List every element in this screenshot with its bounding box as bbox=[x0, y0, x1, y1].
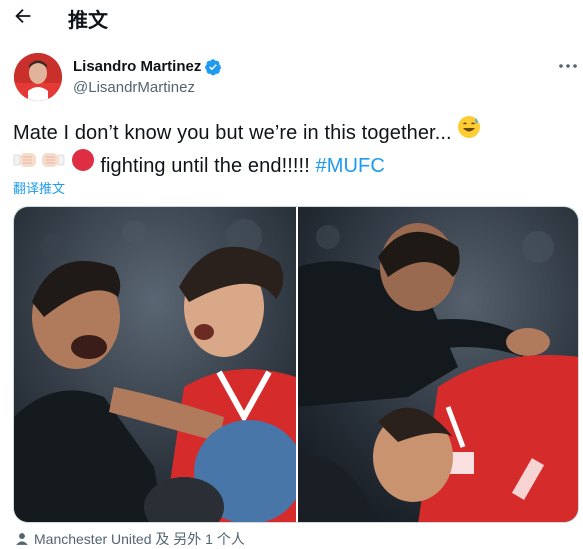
tagged-users[interactable]: Manchester United 及 另外 1 个人 bbox=[15, 529, 245, 549]
sweat-smile-emoji-icon bbox=[457, 115, 481, 148]
more-options-icon[interactable] bbox=[557, 58, 579, 74]
tweet-line-2-text: fighting until the end!!!!! bbox=[100, 154, 310, 177]
verified-badge-icon bbox=[204, 58, 222, 76]
person-icon bbox=[16, 533, 28, 545]
tagged-users-label: Manchester United 及 另外 1 个人 bbox=[34, 531, 245, 547]
hashtag-link[interactable]: #MUFC bbox=[316, 155, 385, 177]
tweet-photo-2[interactable] bbox=[298, 207, 578, 522]
tweet-photo-1[interactable] bbox=[14, 207, 296, 522]
translate-tweet-link[interactable]: 翻译推文 bbox=[13, 178, 65, 197]
author-name[interactable]: Lisandro Martinez bbox=[73, 58, 201, 75]
tweet-line-1-text: Mate I don’t know you but we’re in this … bbox=[13, 121, 452, 144]
back-arrow-icon[interactable] bbox=[12, 5, 34, 27]
page-title: 推文 bbox=[68, 10, 108, 32]
author-handle[interactable]: @LisandrMartinez bbox=[73, 79, 195, 96]
tweet-text: Mate I don’t know you but we’re in this … bbox=[13, 115, 573, 183]
media-grid bbox=[13, 206, 579, 523]
fist-bump-right-emoji-icon bbox=[39, 149, 65, 180]
fist-bump-left-emoji-icon bbox=[13, 149, 39, 180]
tweet-line-1: Mate I don’t know you but we’re in this … bbox=[13, 115, 573, 150]
red-circle-emoji-icon bbox=[71, 148, 95, 181]
header-bar: 推文 bbox=[0, 0, 583, 34]
avatar[interactable] bbox=[14, 53, 62, 101]
tweet-line-2: fighting until the end!!!!! #MUFC bbox=[13, 148, 573, 183]
